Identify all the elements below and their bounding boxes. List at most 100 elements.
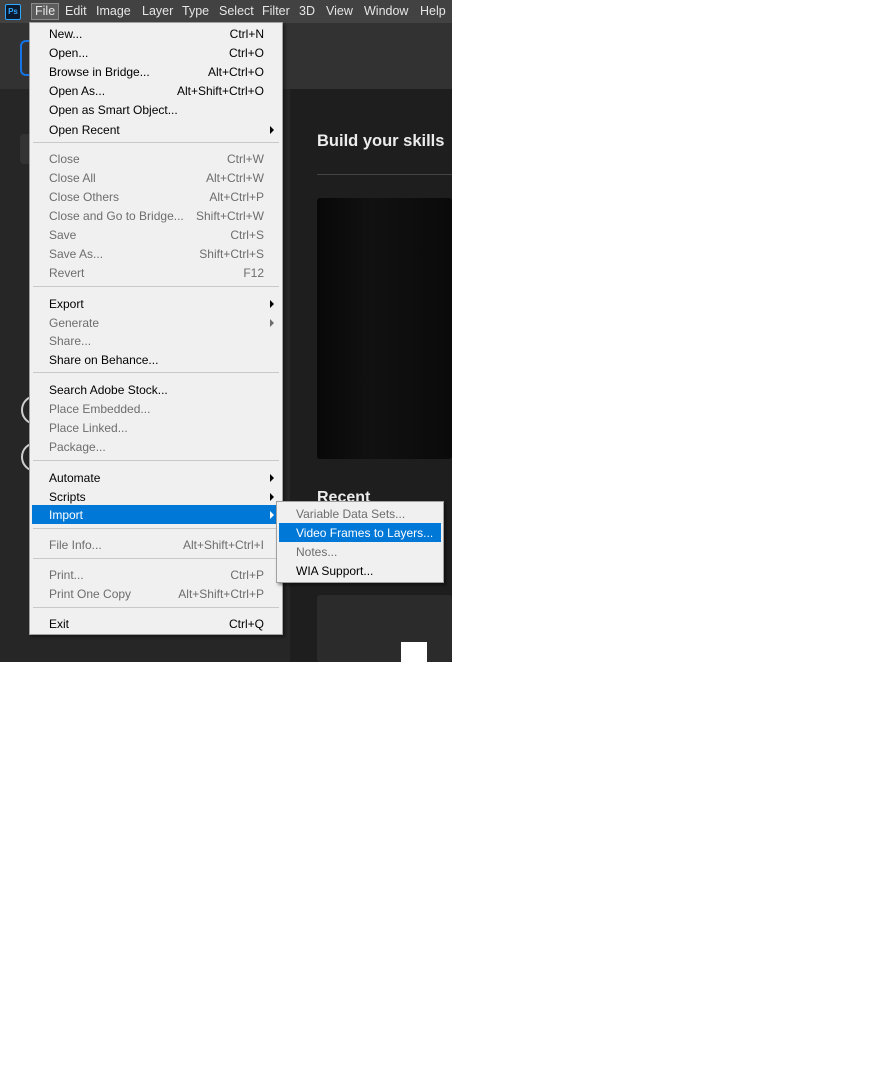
menu-item-label: Generate xyxy=(49,316,100,330)
menu-item-label: Save xyxy=(49,228,77,242)
menu-item-label: File Info... xyxy=(49,538,102,552)
menu-item-open-as[interactable]: Open As... Alt+Shift+Ctrl+O xyxy=(32,81,280,100)
menu-separator xyxy=(33,607,279,608)
menu-item-label: New... xyxy=(49,27,83,41)
menu-item-generate[interactable]: Generate xyxy=(32,313,280,332)
menu-item-package[interactable]: Package... xyxy=(32,437,280,456)
submenu-arrow-icon xyxy=(270,493,274,501)
menu-item-label: Close and Go to Bridge... xyxy=(49,209,184,223)
menu-item-label: Video Frames to Layers... xyxy=(296,526,434,540)
shortcut-label: Alt+Ctrl+W xyxy=(205,171,264,185)
menu-separator xyxy=(33,286,279,287)
menu-item-label: Print One Copy xyxy=(49,587,132,601)
menu-select[interactable]: Select xyxy=(215,0,258,23)
menu-item-save[interactable]: Save Ctrl+S xyxy=(32,225,280,244)
shortcut-label: Ctrl+Q xyxy=(228,617,264,631)
shortcut-label: Alt+Shift+Ctrl+I xyxy=(182,538,264,552)
menu-item-notes[interactable]: Notes... xyxy=(279,542,441,561)
menu-file[interactable]: File xyxy=(31,3,60,20)
menu-window[interactable]: Window xyxy=(360,0,412,23)
menu-item-close-others[interactable]: Close Others Alt+Ctrl+P xyxy=(32,187,280,206)
recent-file-card[interactable] xyxy=(317,595,452,662)
menu-type[interactable]: Type xyxy=(178,0,213,23)
menu-3d[interactable]: 3D xyxy=(295,0,319,23)
menu-item-label: Search Adobe Stock... xyxy=(49,383,168,397)
build-skills-heading: Build your skills xyxy=(317,132,445,150)
menu-separator xyxy=(33,142,279,143)
menu-item-automate[interactable]: Automate xyxy=(32,468,280,487)
menu-separator xyxy=(33,372,279,373)
menu-item-import[interactable]: Import xyxy=(32,505,280,524)
menu-item-share[interactable]: Share... xyxy=(32,331,280,350)
menu-item-open-recent[interactable]: Open Recent xyxy=(32,120,280,139)
menu-item-wia-support[interactable]: WIA Support... xyxy=(279,561,441,580)
menu-help[interactable]: Help xyxy=(416,0,450,23)
menu-item-export[interactable]: Export xyxy=(32,294,280,313)
menu-item-label: WIA Support... xyxy=(296,564,374,578)
menu-filter[interactable]: Filter xyxy=(258,0,294,23)
shortcut-label: Shift+Ctrl+W xyxy=(195,209,264,223)
menu-item-label: Export xyxy=(49,297,84,311)
menu-item-save-as[interactable]: Save As... Shift+Ctrl+S xyxy=(32,244,280,263)
menu-separator xyxy=(33,528,279,529)
menu-item-open-smart-object[interactable]: Open as Smart Object... xyxy=(32,100,280,119)
menu-item-label: Browse in Bridge... xyxy=(49,65,150,79)
shortcut-label: Ctrl+P xyxy=(230,568,264,582)
menu-item-exit[interactable]: Exit Ctrl+Q xyxy=(32,614,280,633)
menu-separator xyxy=(33,460,279,461)
menu-item-label: Open As... xyxy=(49,84,106,98)
menu-item-browse-in-bridge[interactable]: Browse in Bridge... Alt+Ctrl+O xyxy=(32,62,280,81)
menu-item-close[interactable]: Close Ctrl+W xyxy=(32,149,280,168)
menu-item-label: Import xyxy=(49,508,84,522)
menu-item-label: Place Embedded... xyxy=(49,402,151,416)
menu-item-label: Close All xyxy=(49,171,96,185)
menu-item-scripts[interactable]: Scripts xyxy=(32,487,280,506)
submenu-arrow-icon xyxy=(270,126,274,134)
menu-item-label: Open as Smart Object... xyxy=(49,103,178,117)
menu-item-label: Exit xyxy=(49,617,70,631)
recent-file-thumbnail[interactable] xyxy=(401,642,427,662)
menu-item-print[interactable]: Print... Ctrl+P xyxy=(32,565,280,584)
shortcut-label: F12 xyxy=(243,266,264,280)
menu-item-close-go-to-bridge[interactable]: Close and Go to Bridge... Shift+Ctrl+W xyxy=(32,206,280,225)
menu-item-print-one-copy[interactable]: Print One Copy Alt+Shift+Ctrl+P xyxy=(32,584,280,603)
submenu-arrow-icon xyxy=(270,474,274,482)
shortcut-label: Alt+Ctrl+O xyxy=(207,65,264,79)
menu-item-label: Package... xyxy=(49,440,106,454)
menu-item-open[interactable]: Open... Ctrl+O xyxy=(32,43,280,62)
import-submenu: Variable Data Sets... Video Frames to La… xyxy=(276,501,444,583)
menu-item-revert[interactable]: Revert F12 xyxy=(32,263,280,282)
menu-item-label: Share... xyxy=(49,334,92,348)
menu-item-label: Print... xyxy=(49,568,84,582)
shortcut-label: Shift+Ctrl+S xyxy=(199,247,264,261)
menu-item-label: Close xyxy=(49,152,80,166)
menu-item-label: Open... xyxy=(49,46,89,60)
shortcut-label: Alt+Ctrl+P xyxy=(209,190,264,204)
menu-image[interactable]: Image xyxy=(92,0,135,23)
shortcut-label: Ctrl+W xyxy=(227,152,264,166)
divider xyxy=(317,174,452,175)
submenu-arrow-icon xyxy=(270,511,274,519)
menu-item-variable-data-sets[interactable]: Variable Data Sets... xyxy=(279,504,441,523)
menu-item-label: Open Recent xyxy=(49,123,120,137)
menu-item-place-embedded[interactable]: Place Embedded... xyxy=(32,399,280,418)
menu-item-search-adobe-stock[interactable]: Search Adobe Stock... xyxy=(32,380,280,399)
menu-item-file-info[interactable]: File Info... Alt+Shift+Ctrl+I xyxy=(32,535,280,554)
menu-edit[interactable]: Edit xyxy=(61,0,91,23)
menu-item-label: Place Linked... xyxy=(49,421,128,435)
menu-layer[interactable]: Layer xyxy=(138,0,177,23)
shortcut-label: Alt+Shift+Ctrl+P xyxy=(178,587,264,601)
menu-item-label: Automate xyxy=(49,471,101,485)
menu-item-share-behance[interactable]: Share on Behance... xyxy=(32,350,280,369)
menu-item-place-linked[interactable]: Place Linked... xyxy=(32,418,280,437)
menu-view[interactable]: View xyxy=(322,0,357,23)
menu-item-label: Scripts xyxy=(49,490,86,504)
menu-item-close-all[interactable]: Close All Alt+Ctrl+W xyxy=(32,168,280,187)
menu-bar: Ps File Edit Image Layer Type Select Fil… xyxy=(0,0,452,23)
menu-item-new[interactable]: New... Ctrl+N xyxy=(32,24,280,43)
menu-item-video-frames-to-layers[interactable]: Video Frames to Layers... xyxy=(279,523,441,542)
menu-item-label: Variable Data Sets... xyxy=(296,507,406,521)
tutorial-video-thumbnail[interactable] xyxy=(317,198,452,459)
submenu-arrow-icon xyxy=(270,300,274,308)
shortcut-label: Ctrl+S xyxy=(230,228,264,242)
